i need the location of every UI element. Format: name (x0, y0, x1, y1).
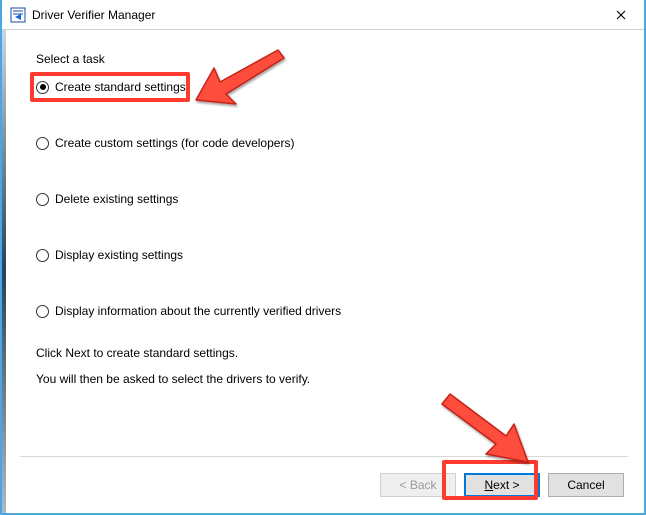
cancel-button[interactable]: Cancel (548, 473, 624, 497)
close-icon (616, 10, 626, 20)
radio-label: Create standard settings (55, 80, 186, 94)
separator (20, 456, 628, 457)
radio-icon (36, 193, 49, 206)
radio-display-existing[interactable]: Display existing settings (36, 248, 612, 262)
next-button[interactable]: Next > (464, 473, 540, 497)
select-task-label: Select a task (36, 52, 612, 66)
next-rest: ext > (493, 478, 519, 492)
dialog-body: Select a task Create standard settings C… (6, 30, 642, 511)
radio-icon (36, 137, 49, 150)
titlebar: Driver Verifier Manager (2, 0, 644, 30)
window-title: Driver Verifier Manager (32, 8, 155, 22)
radio-label: Delete existing settings (55, 192, 178, 206)
app-icon (10, 7, 26, 23)
back-button: < Back (380, 473, 456, 497)
radio-icon (36, 249, 49, 262)
hint-line-1: Click Next to create standard settings. (36, 340, 612, 366)
radio-icon (36, 305, 49, 318)
radio-create-custom[interactable]: Create custom settings (for code develop… (36, 136, 612, 150)
radio-label: Display information about the currently … (55, 304, 341, 318)
radio-display-info[interactable]: Display information about the currently … (36, 304, 612, 318)
radio-label: Create custom settings (for code develop… (55, 136, 294, 150)
button-row: < Back Next > Cancel (380, 473, 624, 497)
next-mnemonic: N (484, 478, 493, 492)
radio-delete-existing[interactable]: Delete existing settings (36, 192, 612, 206)
hint-line-2: You will then be asked to select the dri… (36, 366, 612, 392)
close-button[interactable] (598, 0, 644, 30)
radio-create-standard[interactable]: Create standard settings (36, 80, 612, 94)
hint-text: Click Next to create standard settings. … (36, 340, 612, 393)
radio-label: Display existing settings (55, 248, 183, 262)
radio-icon (36, 81, 49, 94)
